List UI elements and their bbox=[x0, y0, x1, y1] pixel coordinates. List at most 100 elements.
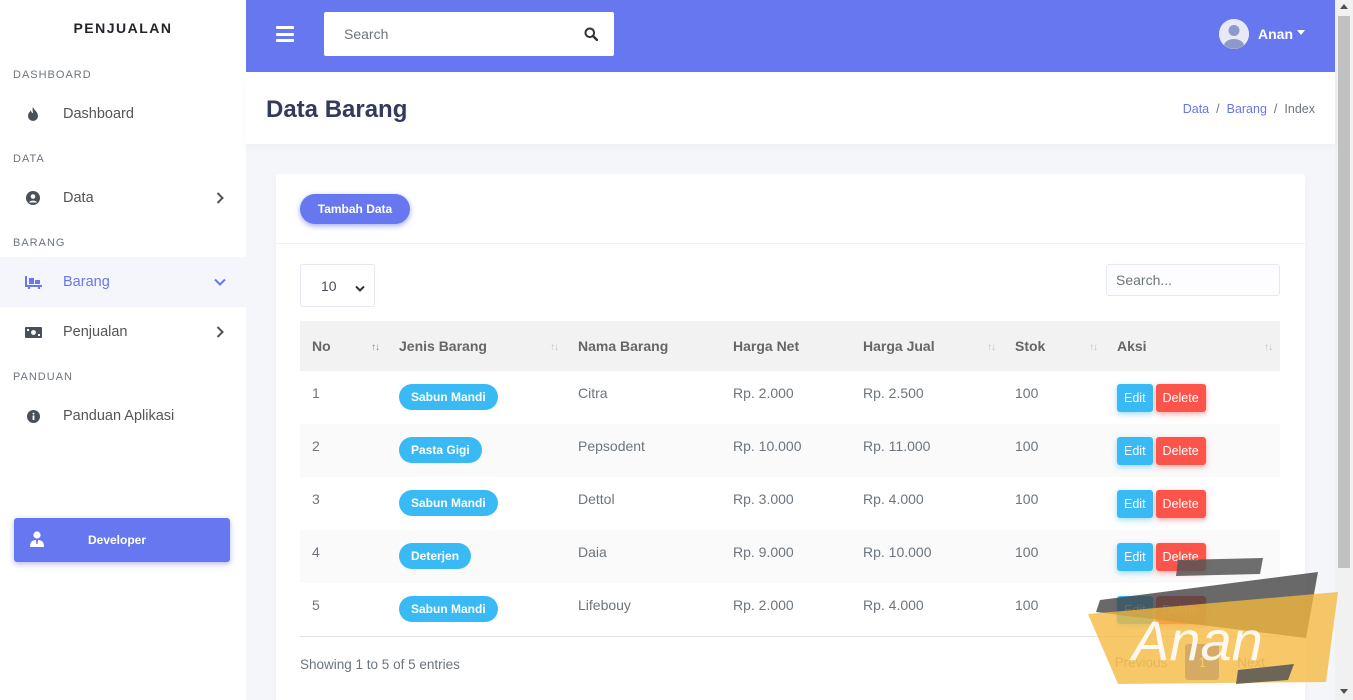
cell-stok: 100 bbox=[1015, 438, 1039, 454]
column-header-harga-net[interactable]: Harga Net bbox=[721, 321, 851, 371]
caret-down-icon bbox=[1297, 30, 1305, 35]
data-card: Tambah Data 10 No↑↓ Jenis Barang↑↓ Nama … bbox=[276, 174, 1305, 700]
user-circle-icon bbox=[24, 189, 42, 207]
pagination: Previous 1 Next bbox=[1105, 644, 1275, 680]
developer-button[interactable]: Developer bbox=[14, 518, 230, 562]
table-row: 3 Sabun Mandi Dettol Rp. 3.000 Rp. 4.000… bbox=[300, 477, 1280, 530]
sidebar-item-label: Panduan Aplikasi bbox=[63, 408, 175, 424]
breadcrumb-barang[interactable]: Barang bbox=[1227, 102, 1267, 116]
fire-icon bbox=[24, 105, 42, 123]
edit-button[interactable]: Edit bbox=[1117, 596, 1153, 624]
data-table: No ↑↓ Jenis Barang ↑↓ Nama Barang Harga Ne… bbox=[300, 321, 1280, 637]
cell-harga-net: Rp. 2.000 bbox=[733, 385, 794, 401]
delete-button[interactable]: Delete bbox=[1155, 596, 1206, 624]
delete-button[interactable]: Delete bbox=[1155, 490, 1206, 518]
cell-harga-jual: Rp. 4.000 bbox=[851, 583, 1003, 637]
user-menu[interactable]: Anan bbox=[1219, 19, 1305, 49]
cell-nama: Citra bbox=[578, 385, 608, 401]
table-row: 5 Sabun Mandi Lifebouy Rp. 2.000 Rp. 4.0… bbox=[300, 583, 1280, 637]
pagination-page-1[interactable]: 1 bbox=[1185, 644, 1220, 680]
column-header-aksi[interactable]: Aksi ↑↓ bbox=[1105, 321, 1280, 371]
scroll-up-arrow-icon[interactable] bbox=[1340, 4, 1348, 9]
user-name: Anan bbox=[1258, 26, 1293, 42]
column-header-no[interactable]: No ↑↓ bbox=[300, 321, 387, 371]
scroll-down-arrow-icon[interactable] bbox=[1340, 689, 1348, 694]
sidebar-item-label: Barang bbox=[63, 274, 110, 290]
page-length-select[interactable]: 10 bbox=[300, 264, 375, 307]
cell-stok: 100 bbox=[1015, 491, 1039, 507]
sidebar-item-penjualan[interactable]: Penjualan bbox=[0, 307, 246, 357]
sidebar-item-label: Penjualan bbox=[63, 324, 128, 340]
hamburger-menu-icon[interactable] bbox=[276, 26, 294, 42]
edit-button[interactable]: Edit bbox=[1117, 543, 1153, 571]
cell-harga-net: Rp. 10.000 bbox=[733, 438, 802, 454]
cell-stok: 100 bbox=[1015, 544, 1039, 560]
cell-nama: Lifebouy bbox=[566, 583, 721, 637]
sort-icon: ↑↓ bbox=[371, 342, 380, 353]
cell-harga-jual: Rp. 4.000 bbox=[863, 491, 924, 507]
cell-no: 3 bbox=[312, 491, 320, 507]
sort-icon: ↑↓ bbox=[1089, 342, 1098, 353]
cell-harga-jual: Rp. 2.500 bbox=[863, 385, 924, 401]
chevron-down-icon bbox=[355, 280, 365, 296]
sidebar-item-barang[interactable]: Barang bbox=[0, 257, 246, 307]
sidebar-brand[interactable]: PENJUALAN bbox=[0, 0, 246, 56]
chevron-right-icon bbox=[214, 326, 226, 338]
sort-icon: ↑↓ bbox=[1264, 342, 1273, 353]
delete-button[interactable]: Delete bbox=[1155, 543, 1206, 571]
user-tie-icon bbox=[30, 530, 44, 550]
table-search-input[interactable] bbox=[1106, 264, 1280, 296]
cell-nama: Pepsodent bbox=[578, 438, 645, 454]
page-scrollbar[interactable] bbox=[1335, 0, 1353, 700]
sidebar-item-dashboard[interactable]: Dashboard bbox=[0, 89, 246, 139]
avatar bbox=[1219, 19, 1249, 49]
table-header-row: No ↑↓ Jenis Barang ↑↓ Nama Barang Harga Ne… bbox=[300, 321, 1280, 371]
edit-button[interactable]: Edit bbox=[1117, 437, 1153, 465]
edit-button[interactable]: Edit bbox=[1117, 490, 1153, 518]
cell-no: 2 bbox=[312, 438, 320, 454]
add-data-button[interactable]: Tambah Data bbox=[300, 194, 410, 224]
table-row: 4 Deterjen Daia Rp. 9.000 Rp. 10.000 100… bbox=[300, 530, 1280, 583]
global-search bbox=[324, 12, 614, 56]
section-title-panduan: PANDUAN bbox=[13, 371, 73, 383]
column-header-jenis[interactable]: Jenis Barang ↑↓ bbox=[387, 321, 566, 371]
section-title-barang: BARANG bbox=[13, 237, 66, 249]
column-header-harga-jual[interactable]: Harga Jual ↑↓ bbox=[851, 321, 1003, 371]
section-title-dashboard: DASHBOARD bbox=[13, 69, 92, 81]
developer-label: Developer bbox=[87, 533, 147, 547]
topbar: Anan bbox=[246, 0, 1335, 72]
breadcrumb-data[interactable]: Data bbox=[1183, 102, 1209, 116]
page-title: Data Barang bbox=[266, 96, 408, 123]
sidebar-item-label: Dashboard bbox=[63, 106, 134, 122]
cell-harga-net: Rp. 2.000 bbox=[721, 583, 851, 637]
chevron-right-icon bbox=[214, 192, 226, 204]
sidebar-item-panduan[interactable]: Panduan Aplikasi bbox=[0, 391, 246, 441]
pagination-previous[interactable]: Previous bbox=[1105, 655, 1178, 670]
sidebar: PENJUALAN DASHBOARD Dashboard DATA Data … bbox=[0, 0, 246, 700]
cell-no: 4 bbox=[312, 544, 320, 560]
page-header: Data Barang Data / Barang / Index bbox=[246, 72, 1335, 144]
jenis-badge: Sabun Mandi bbox=[399, 490, 498, 516]
cell-nama: Daia bbox=[578, 544, 607, 560]
table-row: 1 Sabun Mandi Citra Rp. 2.000 Rp. 2.500 … bbox=[300, 371, 1280, 424]
cell-harga-net: Rp. 3.000 bbox=[733, 491, 794, 507]
delete-button[interactable]: Delete bbox=[1155, 384, 1206, 412]
column-header-stok[interactable]: Stok ↑↓ bbox=[1003, 321, 1105, 371]
cell-stok: 100 bbox=[1015, 385, 1039, 401]
cell-harga-jual: Rp. 10.000 bbox=[863, 544, 932, 560]
pagination-next[interactable]: Next bbox=[1227, 655, 1275, 670]
cell-harga-net: Rp. 9.000 bbox=[733, 544, 794, 560]
column-header-nama[interactable]: Nama Barang bbox=[566, 321, 721, 371]
search-input[interactable] bbox=[324, 12, 568, 56]
sort-icon: ↑↓ bbox=[550, 342, 559, 353]
sidebar-item-data[interactable]: Data bbox=[0, 173, 246, 223]
cell-nama: Dettol bbox=[578, 491, 615, 507]
scrollbar-thumb[interactable] bbox=[1338, 16, 1350, 568]
sidebar-item-label: Data bbox=[63, 190, 94, 206]
page-length-value: 10 bbox=[321, 277, 337, 294]
money-bill-icon bbox=[24, 323, 42, 341]
delete-button[interactable]: Delete bbox=[1155, 437, 1206, 465]
edit-button[interactable]: Edit bbox=[1117, 384, 1153, 412]
breadcrumb-current: Index bbox=[1284, 102, 1315, 116]
search-icon[interactable] bbox=[568, 12, 614, 56]
